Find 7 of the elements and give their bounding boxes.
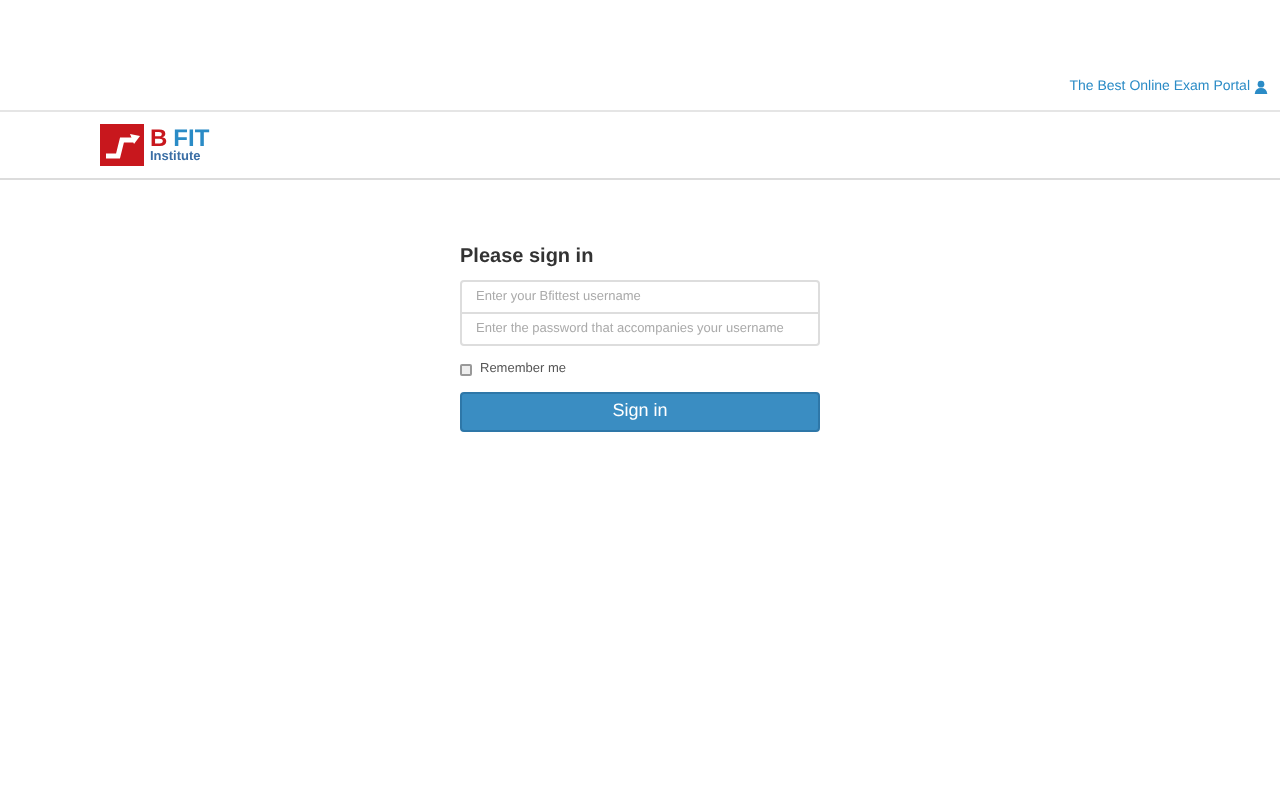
logo-letter: B [150, 125, 168, 150]
user-icon [1254, 80, 1268, 95]
logo-word: FIT [173, 125, 210, 150]
remember-checkbox[interactable] [460, 363, 472, 376]
sign-in-button[interactable]: Sign in [460, 391, 820, 432]
form-title: Please sign in [460, 244, 596, 272]
logo-icon [100, 124, 144, 166]
